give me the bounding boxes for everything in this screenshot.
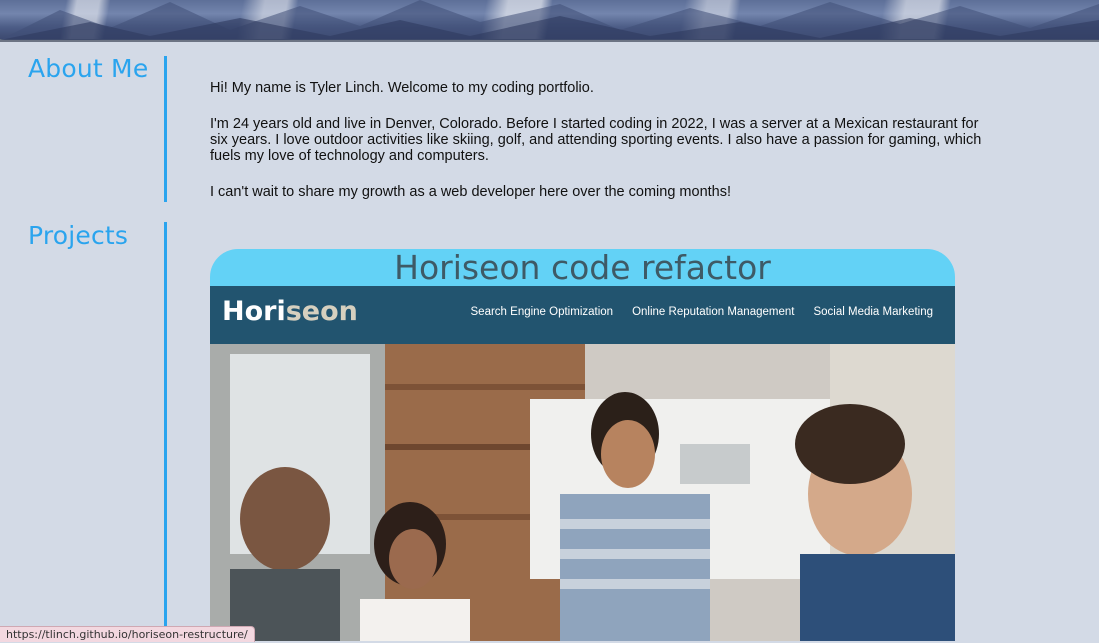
team-meeting-photo	[210, 344, 955, 641]
about-me-heading: About Me	[28, 54, 149, 83]
about-paragraph: Hi! My name is Tyler Linch. Welcome to m…	[210, 80, 594, 96]
header-banner	[0, 0, 1099, 42]
preview-nav-link: Social Media Marketing	[813, 306, 933, 318]
projects-heading: Projects	[28, 221, 129, 250]
about-divider	[164, 56, 167, 202]
project-title[interactable]: Horiseon code refactor	[210, 249, 955, 287]
project-preview-header: Horiseon Search Engine Optimization Onli…	[210, 286, 955, 344]
projects-divider	[164, 222, 167, 641]
preview-logo: Horiseon	[222, 296, 358, 327]
preview-nav-links: Search Engine Optimization Online Reputa…	[471, 306, 933, 318]
about-me-content: Hi! My name is Tyler Linch. Welcome to m…	[210, 80, 990, 220]
about-paragraph: I can't wait to share my growth as a web…	[210, 184, 732, 200]
preview-nav-link: Search Engine Optimization	[470, 306, 614, 318]
project-card-horiseon[interactable]: Horiseon code refactor Horiseon Search E…	[210, 249, 955, 641]
preview-logo-main: Hori	[222, 296, 286, 327]
preview-logo-accent: seon	[285, 296, 358, 327]
preview-nav-link: Online Reputation Management	[632, 306, 795, 318]
status-bar-url: https://tlinch.github.io/horiseon-restru…	[0, 626, 255, 642]
about-paragraph: I'm 24 years old and live in Denver, Col…	[210, 116, 982, 164]
mountain-banner-image	[0, 0, 1099, 40]
project-preview-image[interactable]	[210, 344, 955, 641]
